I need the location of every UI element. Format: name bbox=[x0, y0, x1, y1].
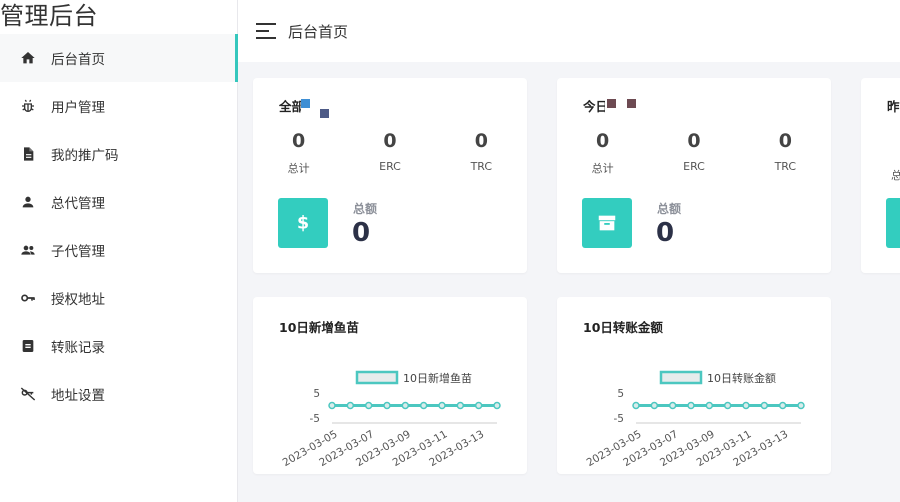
sidebar-item-label: 用户管理 bbox=[51, 100, 105, 116]
data-point bbox=[456, 401, 465, 410]
data-point bbox=[687, 401, 695, 410]
data-point bbox=[328, 401, 336, 410]
sidebar: 管理后台 后台首页 用户管理 我的推广码 总代管理 子代管理 授权地址 转账记录… bbox=[0, 0, 238, 502]
legend-swatch bbox=[355, 370, 399, 385]
people-icon bbox=[20, 242, 36, 258]
stat-value: 0 bbox=[687, 130, 701, 152]
key-off-icon bbox=[20, 386, 36, 402]
sidebar-item-transfer-records[interactable]: 转账记录 bbox=[0, 322, 238, 370]
stat-card-all: 全部 0 总计 0 ERC 0 TRC $ 总额 0 bbox=[253, 78, 527, 273]
sidebar-item-label: 授权地址 bbox=[51, 292, 105, 308]
card-title: 今日 bbox=[583, 99, 605, 114]
chart-card-new-fish: 10日新增鱼苗 10日新增鱼苗 5 -5 2023-03-05 2023-03-07 20… bbox=[253, 297, 527, 474]
stat-icon-box bbox=[886, 198, 900, 248]
data-point bbox=[364, 401, 373, 410]
sidebar-item-label: 转账记录 bbox=[51, 340, 105, 356]
stat-erc: 0 ERC bbox=[648, 130, 739, 176]
stat-card-yesterday: 昨日 总计 bbox=[861, 78, 900, 273]
sidebar-item-label: 地址设置 bbox=[51, 388, 105, 404]
legend-marker bbox=[627, 99, 636, 108]
data-point bbox=[419, 401, 428, 410]
stat-value: 0 bbox=[474, 130, 488, 152]
data-point bbox=[493, 401, 501, 410]
sidebar-item-label: 我的推广码 bbox=[51, 148, 119, 164]
data-point bbox=[723, 401, 732, 410]
data-point bbox=[668, 401, 677, 410]
chart-card-transfer-amount: 10日转账金额 10日转账金额 5 -5 2023-03-05 2023-03-07 20… bbox=[557, 297, 831, 474]
stat-label: 总计 bbox=[287, 162, 310, 175]
stat-erc: 0 ERC bbox=[344, 130, 435, 176]
key-icon bbox=[20, 290, 36, 306]
sidebar-item-sub-agent[interactable]: 子代管理 bbox=[0, 226, 238, 274]
dollar-icon: $ bbox=[278, 198, 328, 248]
data-point bbox=[632, 401, 640, 410]
total-label: 总额 bbox=[353, 202, 378, 216]
stat-value: 0 bbox=[383, 130, 397, 152]
person-icon bbox=[20, 194, 36, 210]
sidebar-item-auth-address[interactable]: 授权地址 bbox=[0, 274, 238, 322]
stat-trc: 0 TRC bbox=[436, 130, 527, 176]
top-header: 后台首页 bbox=[238, 0, 900, 62]
legend-swatch bbox=[659, 370, 703, 385]
stat-label: TRC bbox=[470, 160, 493, 173]
legend-marker bbox=[607, 99, 616, 108]
y-tick-label: -5 bbox=[310, 413, 320, 425]
bug-icon bbox=[20, 98, 36, 114]
brand-title: 管理后台 bbox=[0, 2, 98, 30]
stat-label: ERC bbox=[379, 160, 401, 173]
sidebar-item-promo-code[interactable]: 我的推广码 bbox=[0, 130, 238, 178]
note-icon bbox=[20, 338, 36, 354]
stat-total: 0 总计 bbox=[253, 130, 344, 176]
data-point bbox=[346, 401, 355, 410]
legend-label: 10日转账金额 bbox=[707, 371, 776, 385]
total-label: 总额 bbox=[657, 202, 682, 216]
legend-label: 10日新增鱼苗 bbox=[403, 371, 472, 385]
data-point bbox=[438, 401, 446, 410]
sidebar-item-general-agent[interactable]: 总代管理 bbox=[0, 178, 238, 226]
svg-text:$: $ bbox=[297, 214, 309, 234]
card-title: 全部 bbox=[279, 99, 301, 114]
card-title: 昨日 bbox=[887, 99, 900, 114]
line-chart: 10日新增鱼苗5-52023-03-052023-03-072023-03-09… bbox=[281, 370, 501, 469]
sidebar-item-users[interactable]: 用户管理 bbox=[0, 82, 238, 130]
data-point bbox=[742, 401, 750, 410]
total-value: 0 bbox=[352, 218, 371, 248]
stat-value: 0 bbox=[596, 130, 610, 152]
stat-value: 0 bbox=[778, 130, 792, 152]
sidebar-item-label: 后台首页 bbox=[51, 52, 105, 68]
sidebar-item-home[interactable]: 后台首页 bbox=[0, 34, 238, 82]
data-point bbox=[401, 401, 410, 410]
legend-marker bbox=[301, 99, 310, 108]
data-point bbox=[650, 401, 659, 410]
sidebar-item-address-settings[interactable]: 地址设置 bbox=[0, 370, 238, 418]
stat-total: 0 总计 bbox=[557, 130, 648, 176]
data-point bbox=[474, 401, 483, 410]
total-value: 0 bbox=[656, 218, 675, 248]
data-point bbox=[797, 401, 805, 410]
page-title: 后台首页 bbox=[288, 22, 349, 41]
data-point bbox=[705, 401, 714, 410]
stat-trc: 0 TRC bbox=[740, 130, 831, 176]
sidebar-item-label: 子代管理 bbox=[51, 244, 105, 260]
stat-label: ERC bbox=[683, 160, 705, 173]
archive-icon bbox=[582, 198, 632, 248]
y-tick-label: 5 bbox=[313, 388, 320, 400]
sidebar-item-label: 总代管理 bbox=[51, 196, 105, 212]
stat-label: 总计 bbox=[891, 169, 900, 182]
data-point bbox=[383, 401, 391, 410]
stat-value: 0 bbox=[292, 130, 306, 152]
document-icon bbox=[20, 146, 36, 162]
line-chart: 10日转账金额5-52023-03-052023-03-072023-03-09… bbox=[585, 370, 805, 469]
y-tick-label: -5 bbox=[614, 413, 624, 425]
stat-label: 总计 bbox=[591, 162, 614, 175]
data-point bbox=[778, 401, 787, 410]
legend-marker bbox=[320, 109, 329, 118]
menu-toggle-icon[interactable] bbox=[256, 23, 276, 39]
sidebar-menu: 后台首页 用户管理 我的推广码 总代管理 子代管理 授权地址 转账记录 地址设置 bbox=[0, 34, 238, 418]
stat-label: TRC bbox=[774, 160, 797, 173]
data-point bbox=[760, 401, 769, 410]
y-tick-label: 5 bbox=[617, 388, 624, 400]
home-icon bbox=[20, 50, 36, 66]
stat-card-today: 今日 0 总计 0 ERC 0 TRC 总额 0 bbox=[557, 78, 831, 273]
